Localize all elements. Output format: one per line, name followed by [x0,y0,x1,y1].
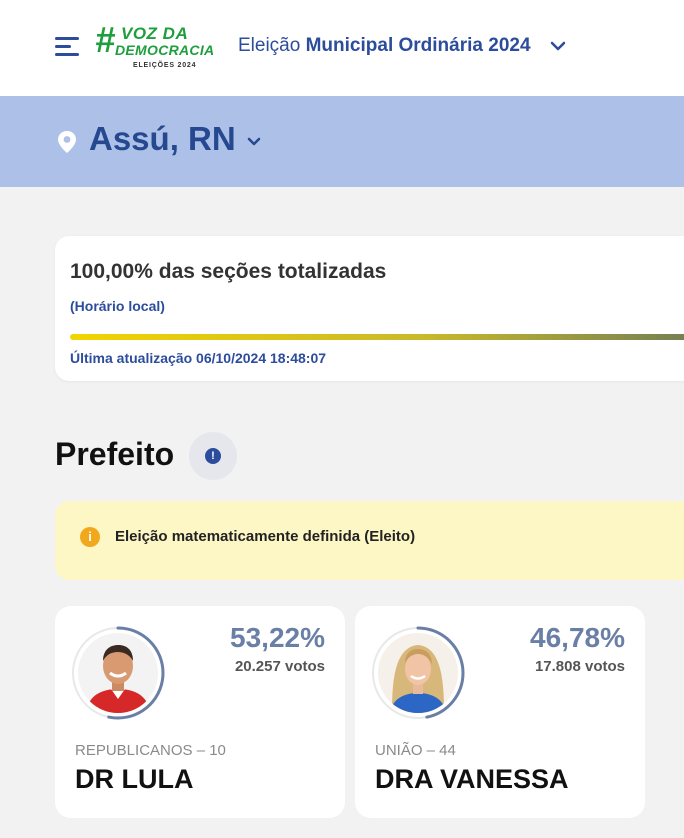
candidate-percent: 53,22% [230,622,325,653]
candidate-avatar-ring [370,625,466,721]
totalization-progress-bar [70,334,684,340]
candidate-votes: 17.808 votos [534,658,625,675]
candidate-percent: 46,78% [530,622,625,653]
chevron-down-icon [550,35,566,57]
voz-da-democracia-logo[interactable]: # VOZ DA DEMOCRACIA ELEIÇÕES 2024 [95,22,215,74]
election-defined-alert: i Eleição matematicamente definida (Elei… [55,501,684,580]
logo-line-1: VOZ DA [121,24,189,43]
candidate-card[interactable]: 53,22% 20.257 votos REPUBLICANOS – 10 DR… [55,606,345,818]
candidate-party: REPUBLICANOS – 10 [75,742,226,759]
candidate-votes: 20.257 votos [234,658,325,675]
hamburger-menu-icon[interactable] [55,37,79,57]
section-title: Prefeito [55,436,175,472]
last-update-text: Última atualização 06/10/2024 18:48:07 [70,350,327,366]
totalization-title: 100,00% das seções totalizadas [70,260,387,283]
candidate-card[interactable]: 46,78% 17.808 votos UNIÃO – 44 DRA VANES… [355,606,645,818]
candidate-avatar-ring [70,625,166,721]
logo-hash: # [95,19,116,60]
location-pin-icon [57,130,77,154]
election-name: Municipal Ordinária 2024 [305,35,531,57]
candidate-party: UNIÃO – 44 [375,742,456,759]
logo-line-2: DEMOCRACIA [115,42,215,58]
chevron-down-icon[interactable] [246,133,262,151]
candidate-photo [78,633,158,713]
info-icon: ! [205,448,221,464]
election-prefix: Eleição [238,35,301,57]
candidate-name: DR LULA [75,764,194,794]
totalization-card: 100,00% das seções totalizadas (Horário … [55,236,684,381]
candidate-name: DRA VANESSA [375,764,569,794]
candidate-photo [378,633,458,713]
info-button[interactable]: ! [189,432,237,480]
top-bar: # VOZ DA DEMOCRACIA ELEIÇÕES 2024 Eleiçã… [0,0,684,96]
logo-line-3: ELEIÇÕES 2024 [133,62,197,69]
city-name[interactable]: Assú, RN [89,120,236,158]
election-selector[interactable]: Eleição Municipal Ordinária 2024 [238,35,566,57]
alert-text: Eleição matematicamente definida (Eleito… [115,528,416,545]
totalization-progress-fill [70,334,684,340]
info-circle-icon: i [80,527,100,547]
local-time-label: (Horário local) [70,298,165,314]
